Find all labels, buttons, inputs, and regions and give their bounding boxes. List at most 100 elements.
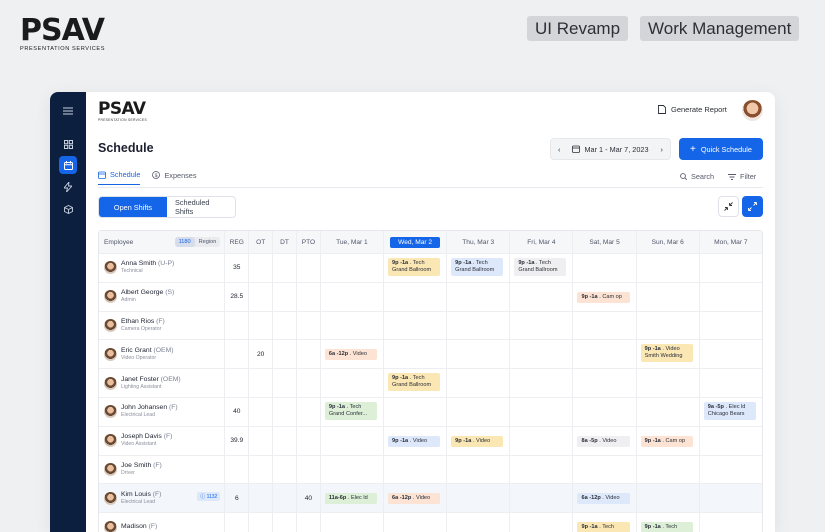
shift-pill[interactable]: 9p -1a . Cam op xyxy=(577,291,630,303)
day-cell[interactable] xyxy=(572,311,635,340)
shift-pill[interactable]: 9p -1a . Video Smith Wedding xyxy=(640,344,693,363)
day-cell[interactable]: 9a -5p . Elec ld Chicago Bears xyxy=(698,397,762,426)
shift-pill[interactable]: 9p -1a . Tech Grand Confer... xyxy=(324,401,377,420)
table-row[interactable]: Albert George (S) Admin 28.5 9p -1a . Ca… xyxy=(99,281,762,311)
day-cell[interactable] xyxy=(509,311,572,340)
employee-cell[interactable]: John Johansen (F) Electrical Lead xyxy=(99,398,224,426)
day-cell[interactable] xyxy=(698,484,762,513)
expand-button[interactable] xyxy=(742,196,763,217)
day-cell[interactable] xyxy=(698,426,762,455)
employee-cell[interactable]: Anna Smith (U-P) Technical xyxy=(99,254,224,282)
menu-icon[interactable] xyxy=(59,102,77,120)
shift-pill[interactable]: 9a -5p . Elec ld Chicago Bears xyxy=(703,401,756,420)
day-cell[interactable] xyxy=(509,484,572,513)
chevron-right-icon[interactable]: › xyxy=(661,145,663,154)
day-cell[interactable] xyxy=(509,455,572,484)
day-cell[interactable]: 6a -12p . Video xyxy=(383,484,446,513)
employee-cell[interactable]: Joseph Davis (F) Video Assistant xyxy=(99,427,224,455)
shift-pill[interactable]: 9p -1a . Tech Grand Ballroom xyxy=(388,373,441,392)
day-cell[interactable]: 9p -1a . Video Smith Wedding xyxy=(635,340,699,369)
shift-pill[interactable]: 9p -1a . Tech Grand Ballroom xyxy=(451,258,504,276)
day-cell[interactable] xyxy=(509,513,572,532)
day-cell[interactable] xyxy=(572,340,635,369)
date-range-picker[interactable]: ‹ Mar 1 - Mar 7, 2023 › xyxy=(550,138,671,160)
day-cell[interactable]: 8a -5p . Video xyxy=(572,426,635,455)
day-cell[interactable] xyxy=(635,397,699,426)
generate-report-button[interactable]: Generate Report xyxy=(658,105,727,114)
day-cell[interactable] xyxy=(383,455,446,484)
day-cell[interactable] xyxy=(635,311,699,340)
calendar-icon[interactable] xyxy=(59,156,77,174)
day-cell[interactable] xyxy=(446,513,509,532)
day-cell[interactable]: 6a -12p . Video xyxy=(572,484,635,513)
employee-cell[interactable]: Albert George (S) Admin xyxy=(99,283,224,311)
day-cell[interactable] xyxy=(509,282,572,311)
day-cell[interactable] xyxy=(319,426,383,455)
tab-schedule[interactable]: Schedule xyxy=(98,170,141,185)
day-cell[interactable] xyxy=(319,254,383,282)
day-cell[interactable] xyxy=(319,369,383,397)
day-cell[interactable] xyxy=(698,369,762,397)
table-row[interactable]: Kim Louis (F) Electrical Lead ⓘ 1132 6 40… xyxy=(99,483,762,513)
shift-pill[interactable]: 6a -12p . Video xyxy=(577,493,630,505)
day-cell[interactable]: 9p -1a . Cam op xyxy=(572,282,635,311)
table-row[interactable]: Ethan Rios (F) Camera Operator xyxy=(99,310,762,340)
day-cell[interactable]: 9p -1a . Tech xyxy=(572,513,635,532)
day-cell[interactable] xyxy=(383,397,446,426)
shift-pill[interactable]: 9p -1a . Video xyxy=(388,435,441,447)
shift-pill[interactable]: 11a-6p . Elec ld xyxy=(324,493,377,505)
table-row[interactable]: Eric Grant (OEM) Video Operator 20 6a -1… xyxy=(99,339,762,369)
employee-cell[interactable]: Janet Foster (OEM) Lighting Assistant xyxy=(99,369,224,397)
day-cell[interactable] xyxy=(446,311,509,340)
day-cell[interactable] xyxy=(319,311,383,340)
day-cell[interactable]: 9p -1a . Video xyxy=(383,426,446,455)
tab-expenses[interactable]: $ Expenses xyxy=(152,170,196,185)
shift-pill[interactable]: 6a -12p . Video xyxy=(388,493,441,505)
day-cell[interactable]: 9p -1a . Tech Grand Ballroom xyxy=(383,369,446,397)
day-cell[interactable] xyxy=(446,282,509,311)
employee-cell[interactable]: Joe Smith (F) Driver xyxy=(99,456,224,484)
day-cell[interactable] xyxy=(572,369,635,397)
day-cell[interactable] xyxy=(509,397,572,426)
lightning-icon[interactable] xyxy=(59,178,77,196)
day-cell[interactable] xyxy=(698,311,762,340)
region-toggle[interactable]: 1180 Region xyxy=(174,237,221,247)
day-cell[interactable] xyxy=(698,282,762,311)
chevron-left-icon[interactable]: ‹ xyxy=(558,145,560,154)
search-button[interactable]: Search xyxy=(680,172,714,181)
day-cell[interactable]: 9p -1a . Tech Grand Confer... xyxy=(319,397,383,426)
employee-cell[interactable]: Eric Grant (OEM) Video Operator xyxy=(99,340,224,368)
day-cell[interactable]: 11a-6p . Elec ld xyxy=(319,484,383,513)
day-cell[interactable]: 9p -1a . Tech Grand Ballroom xyxy=(509,254,572,282)
scheduled-shifts-segment[interactable]: Scheduled Shifts xyxy=(167,197,235,217)
shift-pill[interactable]: 9p -1a . Tech xyxy=(640,522,693,532)
toggle-region[interactable]: Region xyxy=(195,237,221,247)
day-cell[interactable] xyxy=(635,369,699,397)
shift-pill[interactable]: 9p -1a . Cam op xyxy=(640,435,693,447)
shift-pill[interactable]: 9p -1a . Tech Grand Ballroom xyxy=(514,258,567,276)
dashboard-icon[interactable] xyxy=(59,135,77,153)
table-row[interactable]: Joseph Davis (F) Video Assistant 39.9 9p… xyxy=(99,425,762,455)
toggle-1180[interactable]: 1180 xyxy=(174,237,195,247)
day-cell[interactable] xyxy=(698,254,762,282)
day-cell[interactable] xyxy=(572,397,635,426)
day-cell[interactable]: 6a -12p . Video xyxy=(319,340,383,369)
day-cell[interactable] xyxy=(509,426,572,455)
day-cell[interactable] xyxy=(383,311,446,340)
day-cell[interactable] xyxy=(446,484,509,513)
employee-cell[interactable]: Madison (F) xyxy=(99,513,224,532)
day-cell[interactable]: 9p -1a . Tech Grand Ballroom xyxy=(446,254,509,282)
day-cell[interactable] xyxy=(446,455,509,484)
day-cell[interactable] xyxy=(383,513,446,532)
quick-schedule-button[interactable]: + Quick Schedule xyxy=(679,138,763,160)
day-cell[interactable] xyxy=(446,369,509,397)
day-cell[interactable]: 9p -1a . Cam op xyxy=(635,426,699,455)
collapse-button[interactable] xyxy=(718,196,739,217)
day-cell[interactable]: 9p -1a . Tech xyxy=(635,513,699,532)
day-cell[interactable] xyxy=(698,340,762,369)
day-cell[interactable] xyxy=(319,282,383,311)
table-row[interactable]: Madison (F) 9p -1a . Tech 9p -1a . Tech xyxy=(99,512,762,532)
shift-pill[interactable]: 6a -12p . Video xyxy=(324,349,377,361)
day-cell[interactable] xyxy=(446,340,509,369)
day-cell[interactable]: 9p -1a . Tech Grand Ballroom xyxy=(383,254,446,282)
